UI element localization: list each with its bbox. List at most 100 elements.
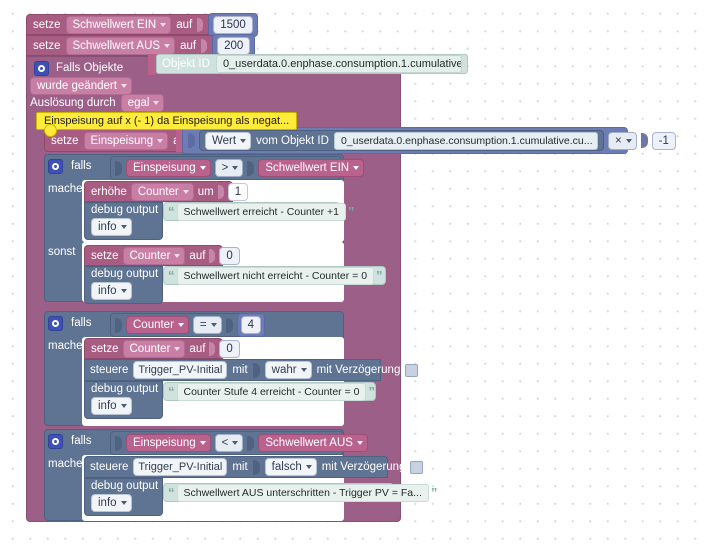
gear-icon[interactable] bbox=[48, 433, 63, 449]
variable-dropdown-counter[interactable]: Counter bbox=[130, 182, 194, 201]
quote-close-icon: ” bbox=[430, 484, 438, 500]
chevron-down-icon bbox=[120, 224, 127, 229]
statement-control-trigger-1[interactable]: steuere Trigger_PV-Initial mit wahr mit … bbox=[84, 359, 419, 381]
debug-text-1[interactable]: Schwellwert erreicht - Counter +1 bbox=[176, 202, 347, 221]
condition-right-dropdown[interactable]: Schwellwert AUS bbox=[258, 434, 368, 452]
condition-block-3[interactable]: Einspeisung < Schwellwert AUS bbox=[110, 431, 368, 455]
condition-block-2[interactable]: Counter = 4 bbox=[110, 313, 266, 337]
condition-block-1[interactable]: Einspeisung > Schwellwert EIN bbox=[110, 156, 365, 180]
debug-level-dropdown[interactable]: info bbox=[91, 217, 132, 236]
control-value-dropdown[interactable]: wahr bbox=[264, 361, 312, 379]
debug-text-4[interactable]: Schwellwert AUS unterschritten - Trigger… bbox=[176, 483, 429, 502]
object-id-block[interactable]: Objekt ID 0_userdata.0.enphase.consumpti… bbox=[156, 54, 468, 74]
statement-set-counter-2[interactable]: setze Counter auf 0 bbox=[84, 338, 240, 359]
statement-set-counter-else[interactable]: setze Counter auf 0 bbox=[84, 245, 240, 266]
variable-dropdown-counter[interactable]: Counter bbox=[122, 339, 186, 358]
condition-left-dropdown[interactable]: Einspeisung bbox=[126, 434, 211, 452]
control-value-dropdown[interactable]: falsch bbox=[264, 458, 317, 476]
socket-notch bbox=[225, 317, 233, 333]
trigger-source-dropdown[interactable]: egal bbox=[120, 94, 165, 112]
gear-icon[interactable] bbox=[48, 315, 63, 331]
statement-set-schwellwert-ein[interactable]: setze Schwellwert EIN auf 1500 bbox=[26, 12, 258, 37]
statement-debug-3[interactable]: debug output info bbox=[84, 381, 163, 419]
if-block-3-header: falls bbox=[48, 431, 91, 451]
debug-level-dropdown[interactable]: info bbox=[91, 397, 132, 415]
chevron-down-icon bbox=[120, 404, 127, 408]
condition-operator-dropdown[interactable]: = bbox=[192, 316, 222, 334]
condition-operator-dropdown[interactable]: < bbox=[214, 434, 244, 452]
control-object-field[interactable]: Trigger_PV-Initial bbox=[133, 458, 228, 476]
number-value[interactable]: 4 bbox=[240, 316, 262, 334]
comment-toggle-icon[interactable] bbox=[44, 124, 57, 137]
variable-dropdown-counter[interactable]: Counter bbox=[122, 246, 186, 265]
chevron-down-icon bbox=[174, 346, 181, 351]
set-value[interactable]: 0 bbox=[219, 246, 240, 265]
statement-debug-1[interactable]: debug output info bbox=[84, 202, 163, 240]
blockly-canvas[interactable]: setze Schwellwert EIN auf 1500 setze Sch… bbox=[0, 0, 705, 546]
increment-by-label: um bbox=[197, 185, 214, 198]
delay-checkbox[interactable] bbox=[410, 460, 424, 474]
text-block-debug-2[interactable]: “ Schwellwert nicht erreicht - Counter =… bbox=[163, 266, 386, 285]
comment-balloon[interactable]: Einspeisung auf x (- 1) da Einspeisung a… bbox=[36, 112, 298, 135]
value-socket bbox=[209, 341, 216, 356]
statement-control-trigger-2[interactable]: steuere Trigger_PV-Initial mit falsch mi… bbox=[84, 456, 424, 478]
control-delay-label: mit Verzögerung bbox=[316, 364, 401, 376]
variable-dropdown-einspeisung[interactable]: Einspeisung bbox=[83, 131, 169, 150]
socket-notch bbox=[640, 133, 648, 148]
condition-operator-dropdown[interactable]: > bbox=[214, 159, 244, 177]
debug-text-2[interactable]: Schwellwert nicht erreicht - Counter = 0 bbox=[176, 266, 375, 285]
statement-debug-2[interactable]: debug output info bbox=[84, 266, 163, 304]
get-object-value-block[interactable]: Wert vom Objekt ID 0_userdata.0.enphase.… bbox=[199, 130, 604, 151]
variable-dropdown-schwellwert-ein[interactable]: Schwellwert EIN bbox=[65, 15, 172, 34]
socket-notch bbox=[115, 435, 122, 451]
debug-output-label: debug output bbox=[91, 480, 159, 492]
multiply-block[interactable]: Wert vom Objekt ID 0_userdata.0.enphase.… bbox=[182, 127, 676, 154]
set-to-label: auf bbox=[180, 39, 197, 52]
condition-right-dropdown[interactable]: Schwellwert EIN bbox=[258, 159, 365, 177]
value-mode-dropdown[interactable]: Wert bbox=[205, 131, 252, 150]
delay-checkbox[interactable] bbox=[405, 363, 419, 377]
chevron-down-icon bbox=[177, 323, 184, 327]
number-value[interactable]: 200 bbox=[217, 36, 251, 55]
quote-open-icon: “ bbox=[168, 383, 175, 399]
statement-set-schwellwert-aus[interactable]: setze Schwellwert AUS auf 200 bbox=[26, 33, 256, 58]
text-block-debug-3[interactable]: “ Counter Stufe 4 erreicht - Counter = 0… bbox=[163, 382, 376, 401]
number-block-4[interactable]: 4 bbox=[236, 313, 266, 337]
value-socket bbox=[209, 248, 216, 263]
object-id-value[interactable]: 0_userdata.0.enphase.consumption.1.cumul… bbox=[215, 55, 462, 73]
set-value[interactable]: 0 bbox=[219, 339, 240, 358]
increment-value[interactable]: 1 bbox=[227, 182, 249, 201]
from-object-id-label: vom Objekt ID bbox=[256, 134, 329, 147]
trigger-source-row[interactable]: Auslösung durch egal bbox=[30, 93, 165, 113]
factor-value[interactable]: -1 bbox=[651, 131, 676, 150]
statement-set-einspeisung[interactable]: setze Einspeisung auf bbox=[44, 129, 189, 152]
statement-debug-4[interactable]: debug output info bbox=[84, 478, 163, 516]
object-id-label: Objekt ID bbox=[162, 58, 210, 70]
debug-level-dropdown[interactable]: info bbox=[91, 282, 132, 300]
debug-text-3[interactable]: Counter Stufe 4 erreicht - Counter = 0 bbox=[176, 382, 367, 401]
gear-icon[interactable] bbox=[48, 158, 63, 174]
getter-object-id-value[interactable]: 0_userdata.0.enphase.consumption.1.cumul… bbox=[333, 131, 598, 150]
condition-left-dropdown[interactable]: Counter bbox=[126, 316, 189, 334]
text-block-debug-1[interactable]: “ Schwellwert erreicht - Counter +1 ” bbox=[163, 202, 355, 221]
variable-dropdown-schwellwert-aus[interactable]: Schwellwert AUS bbox=[65, 36, 176, 55]
value-socket bbox=[217, 184, 224, 199]
operator-dropdown-multiply[interactable]: × bbox=[607, 131, 637, 150]
number-block-1500[interactable]: 1500 bbox=[208, 12, 258, 37]
gear-icon[interactable] bbox=[34, 60, 49, 76]
if-block-1-else-label: sonst bbox=[48, 246, 76, 258]
set-to-label: auf bbox=[189, 342, 206, 355]
set-keyword-label: setze bbox=[33, 39, 61, 52]
chevron-down-icon bbox=[160, 22, 167, 27]
number-value[interactable]: 1500 bbox=[213, 15, 253, 34]
condition-left-dropdown[interactable]: Einspeisung bbox=[126, 159, 211, 177]
set-keyword-label: setze bbox=[91, 249, 119, 262]
socket-notch bbox=[252, 362, 260, 378]
statement-increment-counter[interactable]: erhöhe Counter um 1 bbox=[84, 181, 249, 202]
chevron-down-icon bbox=[353, 166, 360, 170]
chevron-down-icon bbox=[120, 84, 127, 88]
debug-level-dropdown[interactable]: info bbox=[91, 494, 132, 512]
control-object-field[interactable]: Trigger_PV-Initial bbox=[133, 361, 228, 379]
text-block-debug-4[interactable]: “ Schwellwert AUS unterschritten - Trigg… bbox=[163, 483, 437, 502]
if-block-3-do-label: mache bbox=[48, 458, 83, 470]
